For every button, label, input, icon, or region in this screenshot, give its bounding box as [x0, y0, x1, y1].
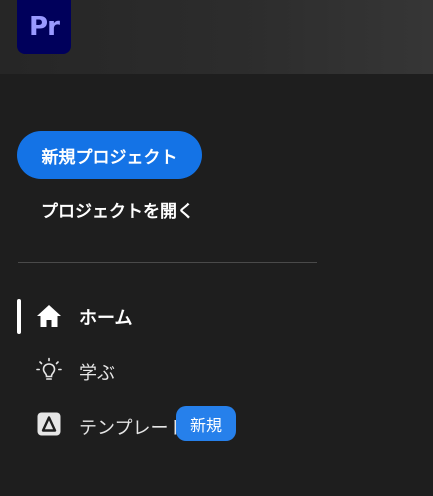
new-project-label: 新規プロジェクト: [41, 147, 178, 168]
sidebar: 新規プロジェクト プロジェクトを開く ホーム 学ぶ テンプレート 新規: [0, 74, 433, 496]
sidebar-item-home[interactable]: ホーム: [0, 296, 300, 336]
sidebar-item-templates[interactable]: テンプレート 新規: [0, 405, 300, 445]
open-project-link[interactable]: プロジェクトを開く: [41, 198, 194, 226]
app-window: Pr 新規プロジェクト プロジェクトを開く ホーム 学ぶ テンプレート 新規: [0, 0, 433, 496]
adobe-express-icon: [35, 410, 63, 438]
home-icon: [35, 302, 63, 330]
new-project-button[interactable]: 新規プロジェクト: [17, 131, 202, 179]
logo-text: Pr: [29, 12, 60, 42]
new-badge-label: 新規: [189, 415, 222, 435]
active-indicator: [17, 299, 21, 334]
sidebar-divider: [18, 262, 317, 263]
new-badge: 新規: [176, 406, 236, 441]
lightbulb-icon: [35, 356, 63, 384]
sidebar-item-label: ホーム: [79, 308, 133, 329]
sidebar-item-label: 学ぶ: [79, 363, 115, 384]
top-bar: Pr: [0, 0, 433, 74]
premiere-pro-logo: Pr: [17, 0, 71, 54]
sidebar-item-label: テンプレート: [79, 418, 187, 439]
sidebar-item-learn[interactable]: 学ぶ: [0, 350, 300, 390]
